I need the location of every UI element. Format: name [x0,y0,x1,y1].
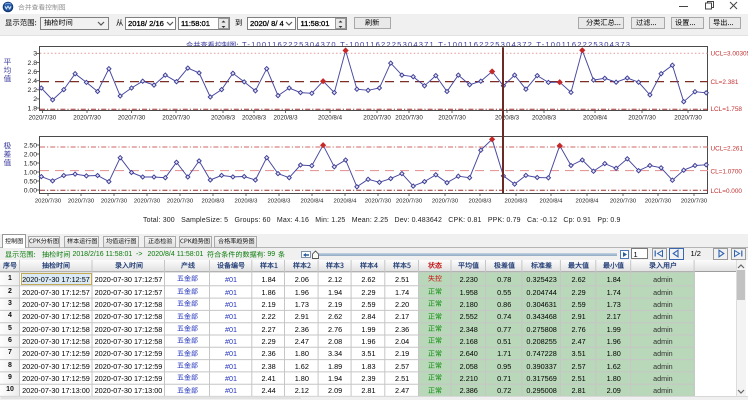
svg-text:2020/8/3: 2020/8/3 [211,115,236,122]
svg-text:0.00: 0.00 [24,187,37,194]
svg-text:UCL=3.00305: UCL=3.00305 [711,51,748,58]
svg-text:2020/7/30: 2020/7/30 [628,115,656,122]
svg-text:2020/8/4: 2020/8/4 [318,115,343,122]
svg-text:2020/7/30: 2020/7/30 [162,115,190,122]
svg-text:2020/8/3: 2020/8/3 [202,199,226,205]
svg-text:2020/7/30: 2020/7/30 [681,199,708,205]
svg-text:2020/8/4: 2020/8/4 [583,115,608,122]
svg-text:UCL=2.261: UCL=2.261 [711,145,744,152]
svg-text:LCL=0.000: LCL=0.000 [711,188,743,195]
svg-text:2.4: 2.4 [28,78,38,85]
svg-text:1.8: 1.8 [28,105,38,112]
svg-text:2020/7/30: 2020/7/30 [101,199,128,205]
svg-text:2020/7/30: 2020/7/30 [68,199,95,205]
svg-text:2020/8/3: 2020/8/3 [273,115,298,122]
svg-text:LCL=1.758: LCL=1.758 [711,106,743,113]
svg-text:2020/7/30: 2020/7/30 [134,199,161,205]
svg-text:2020/8/3: 2020/8/3 [495,115,520,122]
svg-text:2020/8/4: 2020/8/4 [540,199,564,205]
svg-text:2020/7/30: 2020/7/30 [118,115,146,122]
svg-text:2020/8/3: 2020/8/3 [235,199,259,205]
svg-text:2020/7/30: 2020/7/30 [167,199,194,205]
svg-text:2.00: 2.00 [24,151,37,158]
svg-text:2020/8/4: 2020/8/4 [301,199,325,205]
svg-text:2020/8/4: 2020/8/4 [334,199,358,205]
svg-text:2020/7/30: 2020/7/30 [438,115,466,122]
svg-text:2020/7/30: 2020/7/30 [396,199,423,205]
svg-text:2.8: 2.8 [28,60,38,67]
svg-text:2020/7/30: 2020/7/30 [395,115,423,122]
svg-text:2020/7/30: 2020/7/30 [610,199,637,205]
svg-text:2020/7/30: 2020/7/30 [363,115,391,122]
svg-text:2020/7/30: 2020/7/30 [29,115,57,122]
svg-text:1.00: 1.00 [24,169,37,176]
svg-text:2020/8/3: 2020/8/3 [469,199,493,205]
svg-text:2020/7/30: 2020/7/30 [365,199,392,205]
svg-text:2: 2 [33,96,37,103]
svg-text:2020/7/30: 2020/7/30 [674,115,702,122]
svg-text:1.50: 1.50 [24,160,37,167]
svg-text:2020/7/30: 2020/7/30 [73,115,101,122]
svg-text:2.2: 2.2 [28,87,38,94]
svg-text:CL=1.0700: CL=1.0700 [711,169,743,176]
svg-text:CL=2.381: CL=2.381 [711,79,739,86]
svg-text:2020/8/3: 2020/8/3 [242,115,267,122]
svg-text:2020/7/30: 2020/7/30 [35,199,62,205]
svg-text:3: 3 [33,51,37,58]
svg-text:2020/8/3: 2020/8/3 [268,199,292,205]
svg-text:2020/7/30: 2020/7/30 [432,199,459,205]
svg-text:2.50: 2.50 [24,142,37,149]
svg-text:2020/7/30: 2020/7/30 [645,199,672,205]
svg-text:0.50: 0.50 [24,178,37,185]
svg-text:2020/8/3: 2020/8/3 [532,115,557,122]
svg-text:2020/8/3: 2020/8/3 [505,199,529,205]
svg-text:2.6: 2.6 [28,69,38,76]
svg-text:2020/8/4: 2020/8/4 [576,199,600,205]
